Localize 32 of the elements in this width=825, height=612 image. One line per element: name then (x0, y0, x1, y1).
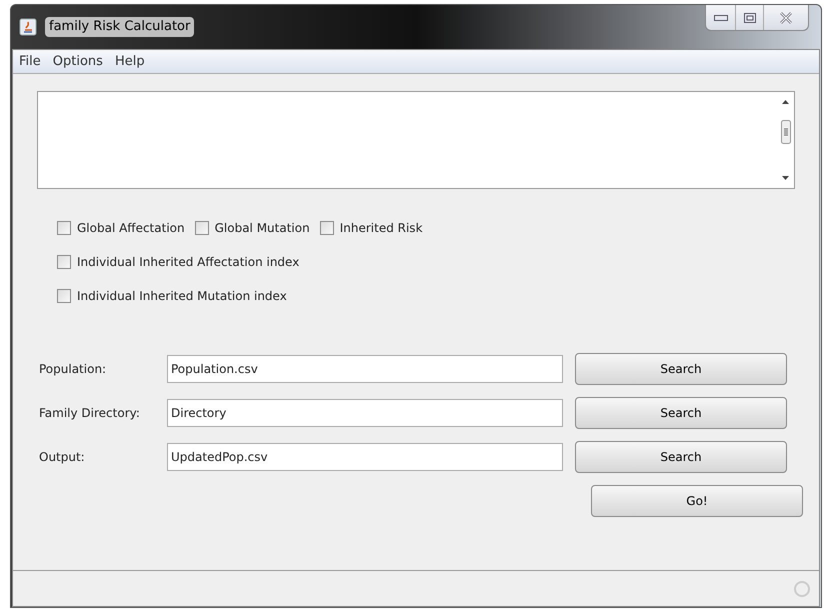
menu-item[interactable]: File (17, 52, 43, 72)
scroll-up-icon[interactable] (782, 100, 789, 104)
field-label: Output: (39, 449, 86, 466)
app-icon (19, 18, 37, 36)
search-button[interactable]: Search (575, 397, 787, 429)
scrollbar-thumb[interactable] (780, 120, 790, 144)
window-title: family Risk Calculator (45, 17, 194, 37)
field-label: Family Directory: (39, 405, 141, 422)
checkbox-label: Global Affectation (77, 220, 185, 237)
path-field[interactable]: UpdatedPop.csv (167, 443, 563, 471)
menu-item[interactable]: Options (50, 52, 105, 72)
checkbox-label: Individual Inherited Mutation index (77, 288, 287, 305)
maximize-icon (744, 12, 756, 22)
checkbox[interactable] (57, 289, 71, 303)
search-button[interactable]: Search (575, 353, 787, 385)
checkbox[interactable] (57, 221, 71, 235)
close-icon (779, 12, 793, 24)
field-label: Population: (39, 361, 108, 378)
menu-item[interactable]: Help (112, 52, 147, 72)
scroll-down-icon[interactable] (782, 176, 789, 180)
search-button[interactable]: Search (575, 441, 787, 473)
checkbox-label: Inherited Risk (340, 220, 423, 237)
checkbox-label: Global Mutation (214, 220, 310, 237)
checkbox[interactable] (57, 255, 71, 269)
go-button[interactable]: Go! (591, 485, 803, 517)
minimize-icon (714, 14, 728, 20)
busy-indicator-icon (793, 580, 811, 598)
path-field[interactable]: Directory (167, 399, 563, 427)
path-field[interactable]: Population.csv (167, 355, 563, 383)
checkbox[interactable] (194, 221, 209, 235)
checkbox[interactable] (320, 221, 334, 235)
checkbox-label: Individual Inherited Affectation index (77, 254, 300, 271)
